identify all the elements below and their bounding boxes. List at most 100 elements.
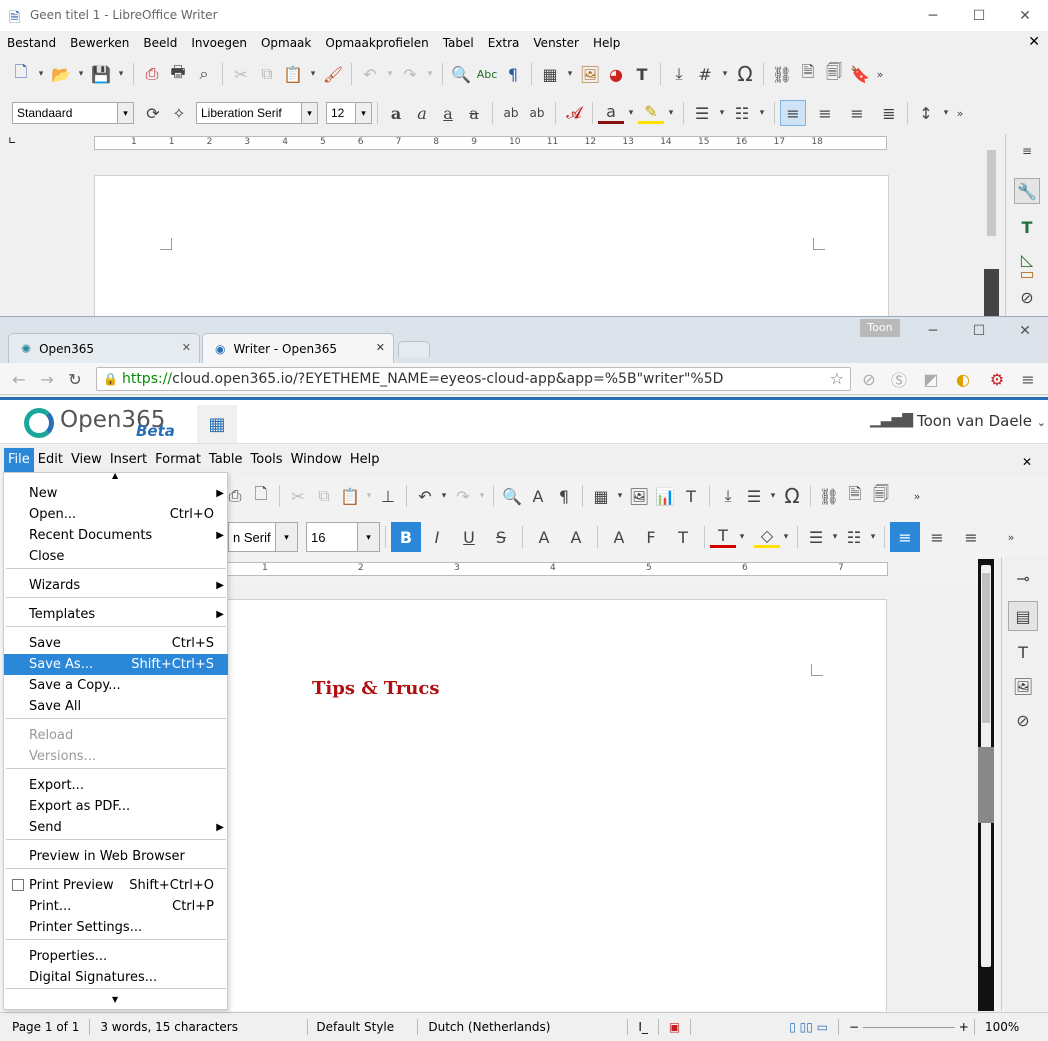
lo-menu-opmaak[interactable]: Opmaak xyxy=(254,33,318,53)
print-preview-icon[interactable]: 🗋 xyxy=(248,483,274,509)
chevron-down-icon[interactable]: ▾ xyxy=(74,61,88,87)
print-icon[interactable]: 🖶 xyxy=(165,61,191,87)
menu-help[interactable]: Help xyxy=(346,448,384,472)
zoom-level[interactable]: 100% xyxy=(975,1019,1029,1035)
chevron-down-icon[interactable]: ▾ xyxy=(438,483,450,509)
undo-icon[interactable]: ↶ xyxy=(357,61,383,87)
chevron-down-icon[interactable]: ▾ xyxy=(715,100,729,126)
subscript-icon[interactable]: ab xyxy=(524,100,550,126)
chevron-down-icon[interactable]: ▾ xyxy=(736,524,748,550)
minimize-icon[interactable]: ─ xyxy=(910,0,956,31)
new-document-icon[interactable]: 🗋 xyxy=(8,61,34,87)
special-character-icon[interactable]: Ω xyxy=(732,61,758,87)
insert-table-icon[interactable]: ▦ xyxy=(588,483,614,509)
file-menu-item[interactable]: Save All xyxy=(4,696,228,717)
clone-formatting-icon[interactable]: ⊥ xyxy=(375,483,401,509)
more-options-icon[interactable]: » xyxy=(873,61,887,87)
chevron-down-icon[interactable]: ▾ xyxy=(664,100,678,126)
open-folder-icon[interactable]: 📂 xyxy=(48,61,74,87)
file-menu-item[interactable]: New ▶ xyxy=(4,483,228,504)
file-menu-item[interactable]: Properties... xyxy=(4,946,228,967)
extension-block-icon[interactable]: ⊘ xyxy=(856,366,882,392)
file-menu-item[interactable]: Export... xyxy=(4,775,228,796)
chevron-down-icon[interactable]: ▾ xyxy=(767,483,779,509)
file-menu-item[interactable]: Save As... Shift+Ctrl+S xyxy=(4,654,228,675)
bookmark-icon[interactable]: 🔖 xyxy=(847,61,873,87)
back-icon[interactable]: ← xyxy=(6,366,32,392)
font-color-icon[interactable]: a xyxy=(598,102,624,124)
open365-vertical-scrollbar[interactable] xyxy=(978,559,994,1011)
url-input[interactable]: 🔒 https:// cloud.open365.io/?EYETHEME_NA… xyxy=(96,367,851,391)
maximize-icon[interactable]: ☐ xyxy=(956,317,1002,345)
close-icon[interactable]: ✕ xyxy=(1002,317,1048,345)
chevron-down-icon[interactable]: ▾ xyxy=(780,524,792,550)
shadow-icon[interactable]: A xyxy=(603,524,635,550)
superscript-icon[interactable]: ab xyxy=(498,100,524,126)
menu-view[interactable]: View xyxy=(67,448,106,472)
align-right-icon[interactable]: ≡ xyxy=(954,524,988,550)
bullet-list-icon[interactable]: ☰ xyxy=(803,524,829,550)
redo-icon[interactable]: ↷ xyxy=(450,483,476,509)
chevron-down-icon[interactable]: ▾ xyxy=(363,483,375,509)
special-character-icon[interactable]: Ω xyxy=(779,483,805,509)
chevron-down-icon[interactable]: ▾ xyxy=(755,100,769,126)
print-preview-icon[interactable]: ⌕ xyxy=(191,61,217,87)
spellcheck-icon[interactable]: Abc xyxy=(474,61,500,87)
file-menu-item[interactable]: Save Ctrl+S xyxy=(4,633,228,654)
file-menu-item[interactable]: Print... Ctrl+P xyxy=(4,896,228,917)
insert-field-icon[interactable]: # xyxy=(692,61,718,87)
status-language[interactable]: Dutch (Netherlands) xyxy=(418,1019,629,1035)
view-layout-icon[interactable]: ▯ ▯▯ ▭ xyxy=(779,1019,840,1035)
endnote-icon[interactable]: 🗐 xyxy=(868,483,894,509)
lo-menu-opmaakprofielen[interactable]: Opmaakprofielen xyxy=(318,33,435,53)
paragraph-style-select[interactable]: Standaard ▾ xyxy=(12,102,134,124)
file-menu-item[interactable]: Export as PDF... xyxy=(4,796,228,817)
lo-menu-help[interactable]: Help xyxy=(586,33,627,53)
lo-menu-invoegen[interactable]: Invoegen xyxy=(184,33,254,53)
file-menu-item[interactable]: Send ▶ xyxy=(4,817,228,838)
gallery-icon[interactable]: 🖼 xyxy=(1010,673,1036,699)
chevron-down-icon[interactable]: ▾ xyxy=(718,61,732,87)
insert-image-icon[interactable]: 🖼 xyxy=(626,483,652,509)
extension-moon-icon[interactable]: ◐ xyxy=(950,366,976,392)
superscript-icon[interactable]: A xyxy=(528,524,560,550)
line-spacing-icon[interactable]: ↕ xyxy=(913,100,939,126)
strikethrough-icon[interactable]: S xyxy=(485,524,517,550)
numbered-list-icon[interactable]: ☷ xyxy=(841,524,867,550)
styles-icon[interactable]: T xyxy=(1010,639,1036,665)
file-menu-item[interactable]: Printer Settings... xyxy=(4,917,228,938)
lo-menu-bestand[interactable]: Bestand xyxy=(0,33,63,53)
bookmark-star-icon[interactable]: ☆ xyxy=(830,369,844,388)
bullet-list-icon[interactable]: ☰ xyxy=(689,100,715,126)
formatting-marks-icon[interactable]: ¶ xyxy=(500,61,526,87)
open365-document-page[interactable]: Tips & Trucs xyxy=(228,599,887,1011)
insert-page-break-icon[interactable]: ⤓ xyxy=(715,483,741,509)
justify-icon[interactable]: ≣ xyxy=(876,100,902,126)
scroll-down-icon[interactable]: ▼ xyxy=(112,995,118,1004)
font-size-select[interactable]: 12 ▾ xyxy=(326,102,372,124)
insert-image-icon[interactable]: 🖼 xyxy=(577,61,603,87)
new-tab-button[interactable] xyxy=(398,341,430,357)
file-menu-item[interactable]: Templates ▶ xyxy=(4,604,228,625)
new-style-icon[interactable]: ✧ xyxy=(166,100,192,126)
paste-icon[interactable]: 📋 xyxy=(280,61,306,87)
more-options-icon[interactable]: » xyxy=(1004,524,1018,550)
lo-menu-tabel[interactable]: Tabel xyxy=(436,33,481,53)
align-left-icon[interactable]: ≡ xyxy=(890,522,920,552)
italic-icon[interactable]: I xyxy=(421,524,453,550)
file-menu-item[interactable]: Preview in Web Browser xyxy=(4,846,228,867)
forward-icon[interactable]: → xyxy=(34,366,60,392)
browser-tab-open365[interactable]: ✺ Open365 ✕ xyxy=(8,333,200,363)
chevron-down-icon[interactable]: ▾ xyxy=(829,524,841,550)
close-document-icon[interactable]: ✕ xyxy=(1028,34,1040,50)
menu-tools[interactable]: Tools xyxy=(247,448,287,472)
spellcheck-icon[interactable]: A xyxy=(525,483,551,509)
lo-menu-beeld[interactable]: Beeld xyxy=(136,33,184,53)
endnote-icon[interactable]: 🗐 xyxy=(821,61,847,87)
lo-horizontal-ruler[interactable]: 1 1 2 3 4 5 6 7 8 9 10 11 12 13 14 15 16 17 18 xyxy=(94,136,887,150)
save-icon[interactable]: 💾 xyxy=(88,61,114,87)
chevron-down-icon[interactable]: ▾ xyxy=(867,524,879,550)
insert-table-icon[interactable]: ▦ xyxy=(537,61,563,87)
font-size-select[interactable]: 16 ▾ xyxy=(306,522,380,552)
file-menu-item[interactable]: Recent Documents ▶ xyxy=(4,525,228,546)
